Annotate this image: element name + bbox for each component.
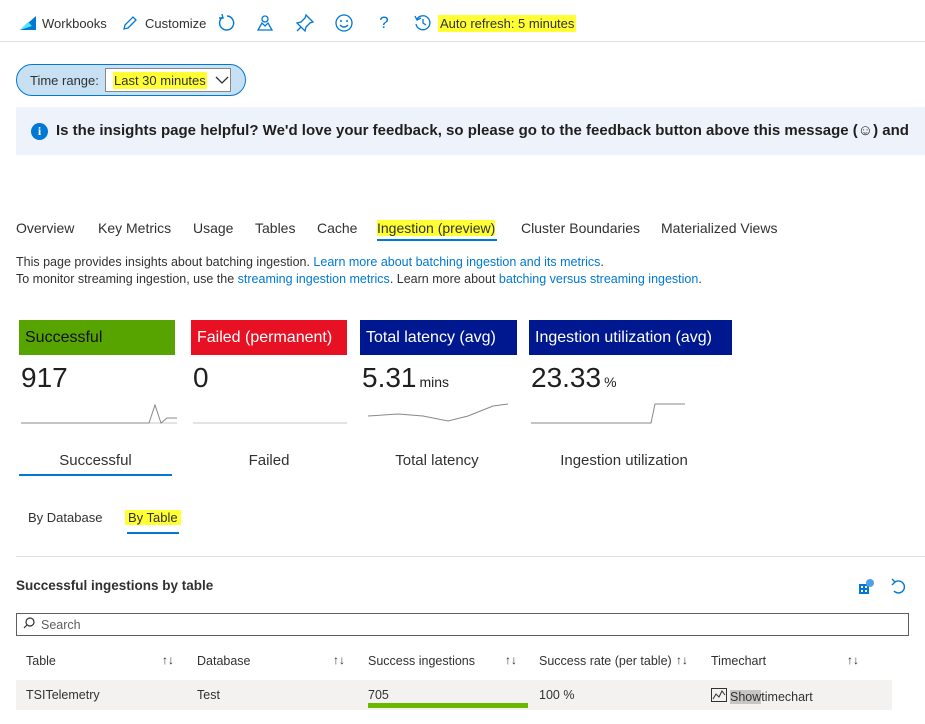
pin-button[interactable]	[295, 12, 315, 34]
timechart-icon	[711, 688, 727, 705]
tile-successful-value: 917	[21, 362, 68, 393]
table-row-partial[interactable]	[16, 716, 892, 724]
description-line-2: To monitor streaming ingestion, use the …	[16, 272, 702, 286]
workbooks-button[interactable]: Workbooks	[18, 12, 107, 34]
refresh-icon	[217, 13, 237, 33]
smiley-icon	[334, 13, 354, 33]
description-end: .	[600, 255, 604, 269]
active-tab-indicator	[377, 239, 497, 241]
sort-icon[interactable]: ↑↓	[847, 653, 859, 667]
export-excel-icon[interactable]	[857, 578, 875, 601]
subtab-by-database[interactable]: By Database	[28, 510, 102, 525]
time-range-label: Time range:	[30, 73, 99, 88]
tile-latency-sparkline	[368, 403, 509, 422]
description-text: This page provides insights about batchi…	[16, 255, 314, 269]
success-ingestions-bar	[368, 703, 528, 708]
section-title: Successful ingestions by table	[16, 578, 214, 593]
undo-icon[interactable]	[889, 578, 907, 601]
search-input[interactable]: Search	[41, 618, 81, 632]
column-header-success-ingestions[interactable]: Success ingestions	[368, 654, 475, 668]
description-text: To monitor streaming ingestion, use the	[16, 272, 238, 286]
workbooks-icon	[18, 13, 38, 33]
section-divider	[16, 556, 925, 557]
tile-utilization-unit: %	[604, 374, 617, 390]
timechart-rest-label: timechart	[761, 689, 813, 704]
cell-success-rate: 100 %	[539, 688, 575, 702]
description-text: . Learn more about	[389, 272, 499, 286]
feedback-banner-text: Is the insights page helpful? We'd love …	[56, 122, 909, 139]
history-icon	[413, 13, 433, 33]
streaming-metrics-link[interactable]: streaming ingestion metrics	[238, 272, 390, 286]
sort-icon[interactable]: ↑↓	[333, 653, 345, 667]
tile-latency-value: 5.31	[362, 362, 417, 393]
tile-successful-sparkline	[21, 403, 177, 424]
tile-utilization-value-wrap: 23.33%	[531, 362, 617, 394]
chevron-down-icon	[215, 73, 229, 88]
workbooks-label: Workbooks	[42, 15, 107, 31]
feedback-button[interactable]	[334, 12, 354, 34]
help-button[interactable]: ?	[374, 12, 394, 34]
batching-vs-streaming-link[interactable]: batching versus streaming ingestion	[499, 272, 698, 286]
tile-tab-successful[interactable]: Successful	[19, 452, 172, 469]
pin-icon	[295, 13, 315, 33]
tile-tab-latency[interactable]: Total latency	[362, 452, 512, 469]
cell-database: Test	[197, 688, 220, 702]
tab-tables[interactable]: Tables	[255, 220, 295, 236]
sort-icon[interactable]: ↑↓	[505, 653, 517, 667]
batching-ingestion-link[interactable]: Learn more about batching ingestion and …	[313, 255, 600, 269]
cell-table: TSITelemetry	[26, 688, 100, 702]
community-icon	[255, 13, 275, 33]
tab-cluster-boundaries[interactable]: Cluster Boundaries	[521, 220, 640, 236]
tile-latency-unit: mins	[419, 374, 450, 390]
tile-utilization-header: Ingestion utilization (avg)	[529, 320, 732, 355]
pencil-icon	[120, 13, 140, 33]
tile-utilization-sparkline	[531, 403, 685, 424]
tile-tab-failed[interactable]: Failed	[191, 452, 347, 469]
tile-successful-header: Successful	[19, 320, 175, 355]
description-line-1: This page provides insights about batchi…	[16, 255, 604, 269]
tile-latency-value-wrap: 5.31 mins	[362, 362, 449, 394]
tile-latency-header: Total latency (avg)	[360, 320, 517, 355]
tile-tab-utilization[interactable]: Ingestion utilization	[529, 452, 719, 469]
column-header-timechart[interactable]: Timechart	[711, 654, 766, 668]
tab-ingestion-preview[interactable]: Ingestion (preview)	[377, 220, 496, 236]
customize-button[interactable]: Customize	[120, 12, 206, 34]
column-header-database[interactable]: Database	[197, 654, 251, 668]
community-button[interactable]	[255, 12, 275, 34]
tab-overview[interactable]: Overview	[16, 220, 74, 236]
auto-refresh-button[interactable]: Auto refresh: 5 minutes	[413, 12, 577, 34]
refresh-button[interactable]	[217, 12, 237, 34]
tab-cache[interactable]: Cache	[317, 220, 357, 236]
tile-tab-indicator	[19, 474, 172, 476]
help-icon: ?	[379, 13, 389, 32]
tab-key-metrics[interactable]: Key Metrics	[98, 220, 171, 236]
subtab-indicator	[127, 532, 179, 534]
auto-refresh-label: Auto refresh: 5 minutes	[438, 14, 577, 32]
description-end: .	[698, 272, 702, 286]
cell-success-ingestions: 705	[368, 688, 389, 702]
time-range-select[interactable]: Last 30 minutes	[105, 68, 231, 92]
tab-materialized-views[interactable]: Materialized Views	[661, 220, 777, 236]
search-icon	[23, 617, 35, 632]
column-header-success-rate[interactable]: Success rate (per table)	[539, 654, 672, 668]
tile-failed-header: Failed (permanent)	[191, 320, 347, 355]
tile-utilization-value: 23.33	[531, 362, 602, 393]
tab-usage[interactable]: Usage	[193, 220, 233, 236]
search-box[interactable]: Search	[16, 613, 909, 636]
subtab-by-table[interactable]: By Table	[125, 510, 181, 525]
timechart-show-label[interactable]: Show	[730, 689, 762, 704]
cell-timechart[interactable]: Show timechart	[711, 688, 813, 705]
column-header-table[interactable]: Table	[26, 654, 56, 668]
sort-icon[interactable]: ↑↓	[676, 653, 688, 667]
customize-label: Customize	[145, 15, 207, 31]
tile-failed-value: 0	[193, 362, 209, 393]
time-range-value: Last 30 minutes	[113, 71, 207, 89]
tile-failed-sparkline	[193, 422, 347, 424]
sort-icon[interactable]: ↑↓	[162, 653, 174, 667]
info-icon: i	[31, 123, 48, 140]
